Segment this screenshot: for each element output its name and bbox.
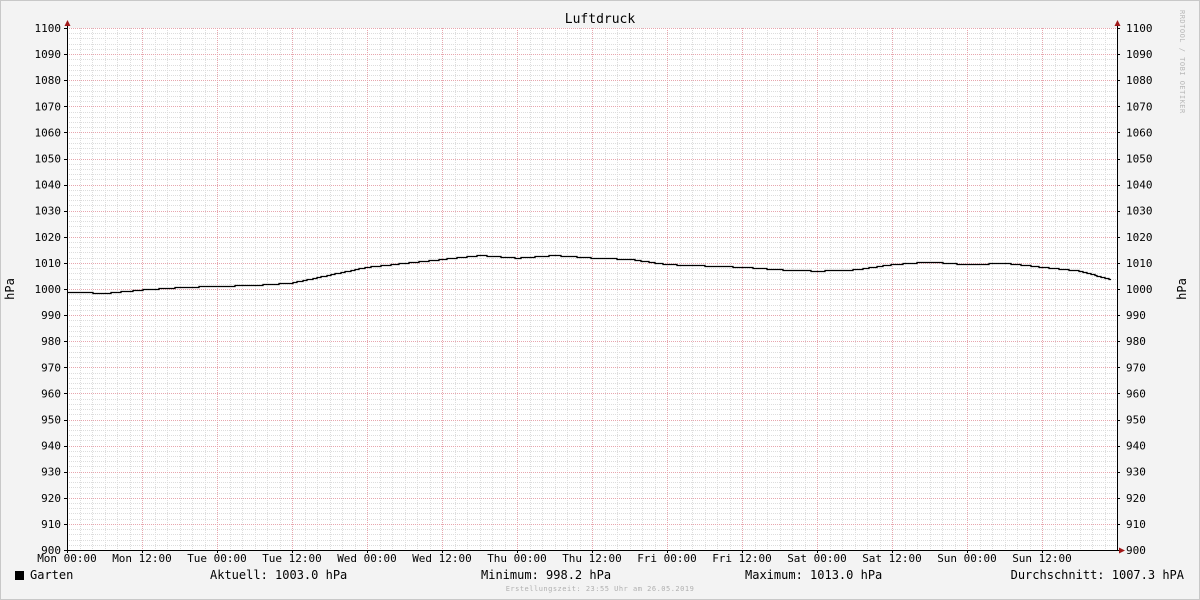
y-tick-label-left: 1060: [35, 126, 62, 139]
y-tick-label-right: 1050: [1126, 153, 1153, 166]
y-tick-label-left: 1020: [35, 231, 62, 244]
x-tick-label: Sun 00:00: [937, 552, 997, 565]
y-tick-label-left: 950: [41, 414, 61, 427]
x-tick-label: Sun 12:00: [1012, 552, 1072, 565]
legend-minimum: Minimum: 998.2 hPa: [481, 568, 612, 582]
y-tick-label-left: 990: [41, 309, 61, 322]
y-tick-label-left: 1030: [35, 205, 62, 218]
y-tick-label-left: 970: [41, 361, 61, 374]
x-tick-label: Fri 00:00: [637, 552, 697, 565]
legend-maximum: Maximum: 1013.0 hPa: [745, 568, 883, 582]
y-tick-label-left: 940: [41, 440, 61, 453]
y-tick-label-right: 920: [1126, 492, 1146, 505]
legend-average: Durchschnitt: 1007.3 hPA: [1010, 568, 1184, 582]
y-tick-label-right: 1040: [1126, 179, 1153, 192]
x-tick-label: Mon 00:00: [37, 552, 97, 565]
x-tick-label: Wed 00:00: [337, 552, 397, 565]
y-tick-label-left: 1010: [35, 257, 62, 270]
y-tick-label-left: 1080: [35, 74, 62, 87]
legend-series-label: Garten: [30, 568, 74, 582]
y-tick-label-right: 1030: [1126, 205, 1153, 218]
x-tick-label: Thu 12:00: [562, 552, 622, 565]
legend-series: Garten: [15, 568, 73, 582]
legend-current: Aktuell: 1003.0 hPa: [210, 568, 348, 582]
y-axis-arrow-left: [64, 20, 71, 26]
x-tick-label: Mon 12:00: [112, 552, 172, 565]
y-tick-label-right: 970: [1126, 361, 1146, 374]
y-tick-label-right: 900: [1126, 544, 1146, 557]
y-tick-label-right: 910: [1126, 518, 1146, 531]
x-axis-arrow: [1119, 547, 1125, 554]
footer-timestamp: Erstellungszeit: 23:55 Uhr am 26.05.2019: [505, 585, 695, 593]
y-axis-label-left: hPa: [3, 278, 17, 300]
y-axis-label-right: hPa: [1175, 278, 1189, 300]
y-tick-label-left: 1050: [35, 153, 62, 166]
x-tick-label: Tue 12:00: [262, 552, 322, 565]
y-tick-label-left: 910: [41, 518, 61, 531]
x-tick-label: Sat 12:00: [862, 552, 922, 565]
y-tick-label-right: 990: [1126, 309, 1146, 322]
y-tick-label-left: 1000: [35, 283, 62, 296]
y-tick-label-right: 1090: [1126, 48, 1153, 61]
y-tick-label-right: 940: [1126, 440, 1146, 453]
y-tick-label-left: 1090: [35, 48, 62, 61]
y-tick-label-right: 1010: [1126, 257, 1153, 270]
y-tick-label-left: 1100: [35, 22, 62, 35]
y-tick-label-left: 920: [41, 492, 61, 505]
x-tick-label: Fri 12:00: [712, 552, 772, 565]
y-tick-label-left: 1070: [35, 100, 62, 113]
y-tick-label-right: 960: [1126, 387, 1146, 400]
y-tick-label-right: 1060: [1126, 126, 1153, 139]
y-tick-label-right: 1020: [1126, 231, 1153, 244]
y-tick-label-right: 980: [1126, 335, 1146, 348]
y-tick-label-right: 950: [1126, 414, 1146, 427]
x-tick-label: Wed 12:00: [412, 552, 472, 565]
y-tick-label-right: 1070: [1126, 100, 1153, 113]
legend: Garten Aktuell: 1003.0 hPa Minimum: 998.…: [0, 568, 1200, 584]
chart-plot: 900 900910 910920 920930 930940 940950 950960 9…: [3, 20, 1189, 565]
y-tick-label-right: 1080: [1126, 74, 1153, 87]
y-tick-label-left: 1040: [35, 179, 62, 192]
y-tick-label-right: 930: [1126, 466, 1146, 479]
y-tick-label-left: 980: [41, 335, 61, 348]
y-tick-label-right: 1000: [1126, 283, 1153, 296]
y-axis-arrow-right: [1114, 20, 1121, 26]
x-tick-label: Sat 00:00: [787, 552, 847, 565]
legend-swatch: [15, 571, 24, 580]
x-tick-label: Thu 00:00: [487, 552, 547, 565]
y-tick-label-right: 1100: [1126, 22, 1153, 35]
y-tick-label-left: 960: [41, 387, 61, 400]
y-tick-label-left: 930: [41, 466, 61, 479]
x-tick-label: Tue 00:00: [187, 552, 247, 565]
